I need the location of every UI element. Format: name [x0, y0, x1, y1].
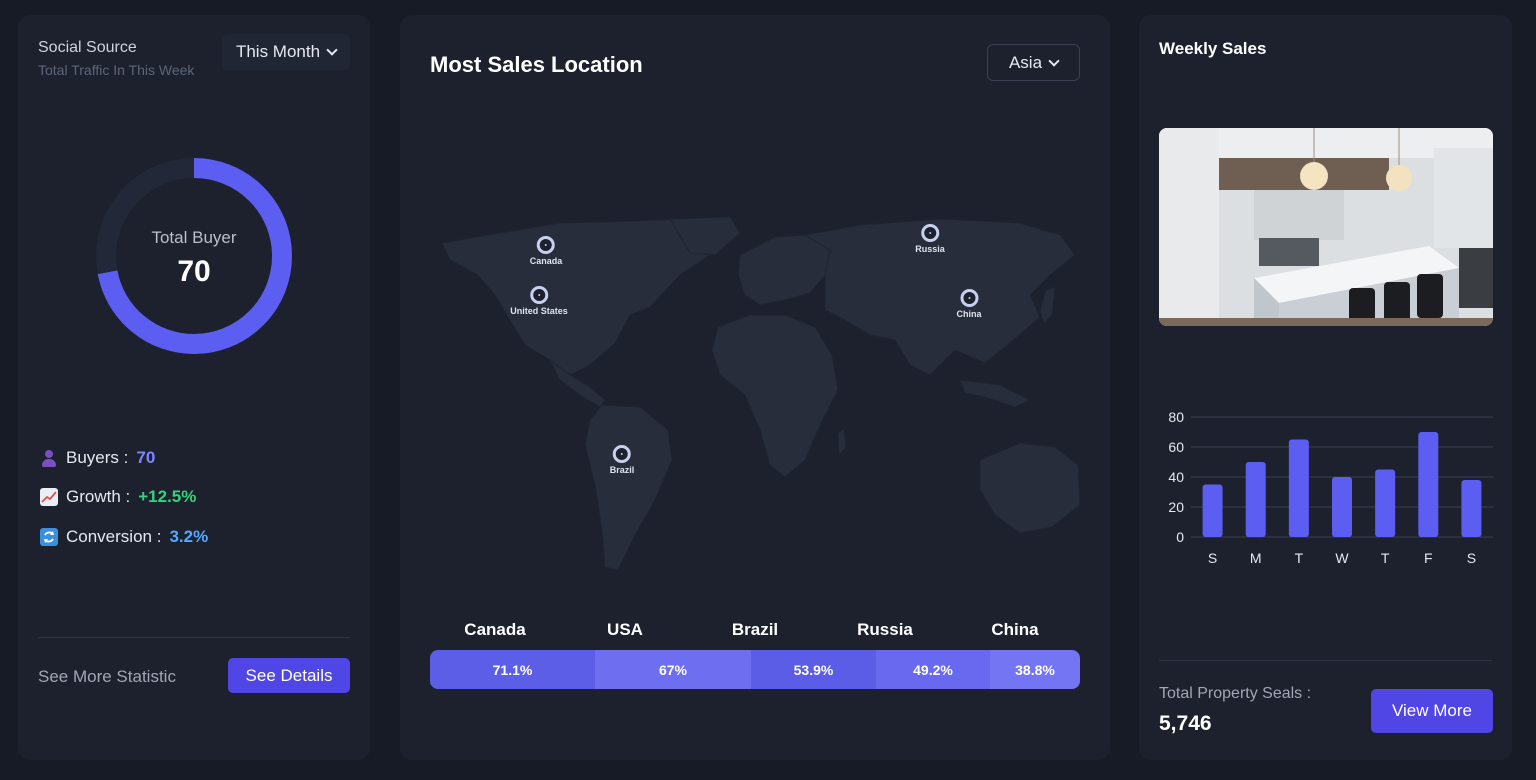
stat-conversion-label: Conversion :	[66, 527, 162, 546]
country-label: USA	[607, 620, 643, 639]
x-tick-label: T	[1381, 550, 1390, 566]
map-southeast-asia	[959, 379, 1032, 408]
map-australia	[979, 442, 1080, 534]
weekly-sales-title: Weekly Sales	[1159, 39, 1267, 58]
weekly-sales-bar-chart: 0 20 40 60 80 S M T W T F S	[1168, 409, 1493, 566]
buyer-icon	[40, 449, 58, 467]
y-tick-label: 60	[1168, 439, 1184, 455]
map-south-america	[584, 404, 673, 571]
location-pin-icon	[536, 236, 555, 254]
map-pin-canada[interactable]: Canada	[529, 236, 563, 266]
donut-value: 70	[177, 255, 211, 288]
refresh-icon	[40, 528, 58, 546]
total-property-label: Total Property Seals :	[1159, 685, 1312, 702]
bar[interactable]	[1245, 462, 1266, 537]
y-tick-label: 0	[1176, 529, 1184, 545]
stat-buyers-value: 70	[136, 448, 156, 467]
stat-conversion: Conversion : 3.2%	[40, 527, 208, 547]
percentage-segment: 53.9%	[751, 650, 876, 689]
divider	[38, 637, 350, 638]
y-tick-label: 20	[1168, 499, 1184, 515]
social-source-title: Social Source	[38, 39, 137, 56]
bar[interactable]	[1418, 432, 1439, 537]
y-tick-label: 40	[1168, 469, 1184, 485]
map-pin-label: Brazil	[609, 465, 635, 475]
map-pin-label: China	[956, 309, 982, 319]
stat-buyers-label: Buyers :	[66, 448, 129, 467]
map-japan	[1039, 286, 1056, 324]
map-pin-brazil[interactable]: Brazil	[609, 445, 635, 475]
view-more-button[interactable]: View More	[1371, 689, 1493, 733]
weekly-sales-card: Weekly Sales 0 20 40 60 80 S M T W T F S Total Prop…	[1139, 15, 1512, 760]
map-pin-label: Canada	[529, 256, 563, 266]
stat-conversion-value: 3.2%	[169, 527, 209, 546]
y-tick-label: 80	[1168, 409, 1184, 425]
x-tick-label: M	[1250, 550, 1262, 566]
x-tick-label: S	[1467, 550, 1476, 566]
chevron-down-icon	[326, 44, 338, 56]
stat-growth-value: +12.5%	[138, 487, 197, 506]
social-source-card: Social Source Total Traffic In This Week…	[18, 15, 370, 760]
percentage-segment: 71.1%	[430, 650, 595, 689]
chevron-down-icon	[1048, 54, 1060, 67]
country-label: Brazil	[731, 620, 779, 639]
stat-growth: Growth : +12.5%	[40, 487, 196, 507]
bar[interactable]	[1202, 484, 1223, 538]
period-dropdown-label: This Month	[235, 42, 321, 61]
percentage-segment: 67%	[595, 650, 751, 689]
percentage-segment: 38.8%	[990, 650, 1080, 689]
stat-growth-label: Growth :	[66, 487, 131, 506]
region-dropdown[interactable]: Asia	[987, 44, 1080, 81]
map-europe	[737, 234, 831, 306]
map-pin-russia[interactable]: Russia	[915, 224, 945, 254]
x-tick-label: W	[1335, 550, 1349, 566]
percentage-segment: 49.2%	[876, 650, 990, 689]
bar[interactable]	[1375, 469, 1396, 538]
map-pin-china[interactable]: China	[956, 289, 982, 319]
bar[interactable]	[1288, 439, 1309, 538]
map-madagascar	[837, 428, 847, 457]
map-title: Most Sales Location	[430, 52, 643, 77]
x-tick-label: F	[1424, 550, 1433, 566]
location-pin-icon	[612, 445, 631, 463]
map-pin-united-states[interactable]: United States	[510, 286, 568, 316]
x-tick-label: T	[1295, 550, 1304, 566]
country-label: Canada	[464, 620, 526, 639]
kitchen-interior-photo	[1159, 128, 1493, 326]
map-africa	[711, 314, 839, 478]
see-details-button[interactable]: See Details	[228, 658, 350, 693]
region-dropdown-label: Asia	[1008, 52, 1043, 72]
total-property-value: 5,746	[1159, 712, 1212, 735]
location-pin-icon	[959, 289, 978, 307]
chart-increasing-icon	[40, 488, 58, 506]
world-map	[441, 216, 1080, 571]
bar[interactable]	[1332, 477, 1352, 537]
see-more-statistic-text: See More Statistic	[38, 667, 176, 686]
stat-buyers: Buyers : 70	[40, 448, 155, 468]
social-source-subtitle: Total Traffic In This Week	[38, 62, 195, 78]
bar[interactable]	[1461, 480, 1482, 537]
period-dropdown[interactable]: This Month	[222, 34, 350, 70]
location-pin-icon	[529, 286, 548, 304]
location-pin-icon	[920, 224, 939, 242]
donut-label: Total Buyer	[151, 228, 237, 247]
sales-percentage-bar: 71.1% 67% 53.9% 49.2% 38.8%	[430, 650, 1080, 689]
country-label: Russia	[857, 620, 913, 639]
x-tick-label: S	[1208, 550, 1217, 566]
country-label: China	[991, 620, 1039, 639]
divider	[1159, 660, 1492, 661]
most-sales-location-card: Most Sales Location Asia Canada United S…	[400, 15, 1110, 760]
map-pin-label: Russia	[915, 244, 945, 254]
map-pin-label: United States	[510, 306, 568, 316]
